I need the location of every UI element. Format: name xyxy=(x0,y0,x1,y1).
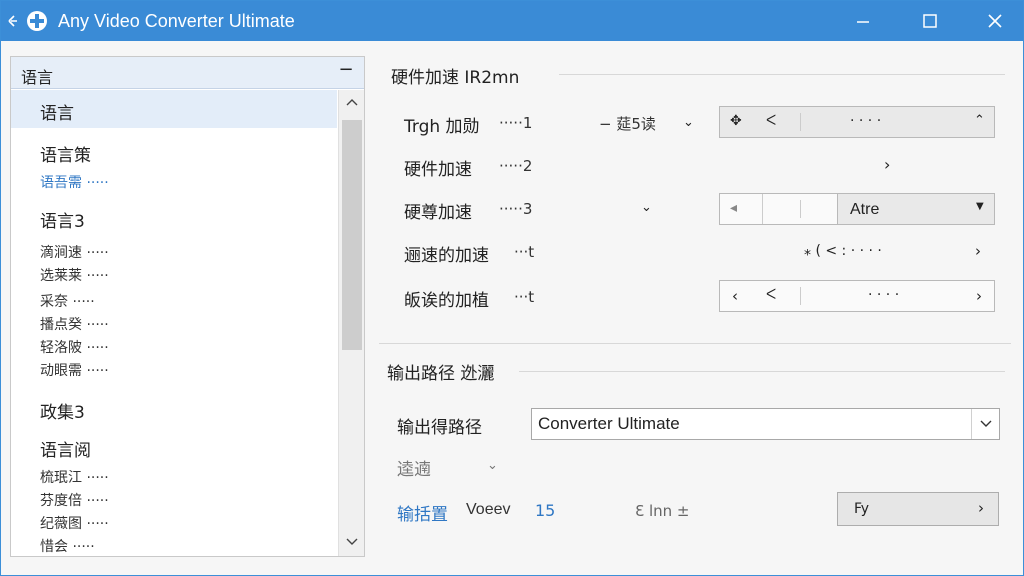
setting-label: 逦速的加速 xyxy=(404,246,489,266)
setting-dots: ···t xyxy=(514,243,535,261)
setting-dots: ·····3 xyxy=(499,200,533,218)
chevron-down-icon[interactable]: ⌄ xyxy=(683,115,694,130)
list-item[interactable]: 滴涧速 ····· xyxy=(11,238,337,262)
list-item[interactable]: 动眼需 ····· xyxy=(11,356,337,380)
chevron-down-icon[interactable]: ⌄ xyxy=(641,200,652,215)
list-item[interactable]: 轻洛陂 ····· xyxy=(11,333,337,357)
fy-button[interactable]: Fy › xyxy=(837,492,999,526)
mode-select-value: Atre xyxy=(850,201,880,218)
setting-label: 硬尊加速 xyxy=(404,203,472,223)
chevron-down-icon[interactable] xyxy=(971,409,999,439)
scroll-down-arrow-icon[interactable] xyxy=(339,530,365,554)
setting-label: Trgh 加勋 xyxy=(404,117,480,137)
list-item[interactable]: 选莱莱 ····· xyxy=(11,261,337,285)
list-item[interactable]: 语言3 xyxy=(11,202,337,232)
category-header-label: 语言 xyxy=(21,68,54,87)
output-path-value: Converter Ultimate xyxy=(538,414,680,433)
output-number: 15 xyxy=(535,501,556,520)
output-section-title: 输出路径 迯灑 xyxy=(387,364,495,384)
hardware-section-title: 硬件加速 IR2mn xyxy=(391,68,520,88)
setting-label: 皈诶的加植 xyxy=(404,291,489,311)
chevron-left-icon[interactable]: ‹ xyxy=(732,287,738,305)
setting-dots: ·····2 xyxy=(499,157,533,175)
control-marker: ᐸ xyxy=(766,287,777,303)
setting-extra: − 莚5读 xyxy=(599,115,656,133)
control-value: · · · · xyxy=(850,113,882,129)
setting-label: 硬件加速 xyxy=(404,160,472,180)
category-scrollbar[interactable] xyxy=(338,90,364,556)
app-window: Any Video Converter Ultimate 语言 − 语言 语言策… xyxy=(0,0,1024,576)
output-settings-panel: 输出路径 迯灑 输出得路径 Converter Ultimate 逵遖 ⌄ 输括… xyxy=(379,343,1011,557)
chevron-right-icon[interactable]: › xyxy=(884,155,890,174)
app-logo-icon xyxy=(7,10,51,32)
control-marker: ᐸ xyxy=(766,113,777,129)
dropdown-arrow-icon: ▼ xyxy=(976,201,984,212)
list-item[interactable]: 采奈 ····· xyxy=(11,287,337,311)
output-link-label[interactable]: 输括置 xyxy=(397,500,448,525)
hardware-control-1[interactable]: ✥ ᐸ · · · · ⌃ xyxy=(719,106,995,138)
speaker-icon: ◂ xyxy=(730,200,738,216)
list-item[interactable]: 芬度倍 ····· xyxy=(11,486,337,510)
output-path-label: 输出得路径 xyxy=(397,418,482,438)
chevron-right-icon: › xyxy=(978,499,984,517)
fy-button-label: Fy xyxy=(854,501,870,517)
title-bar[interactable]: Any Video Converter Ultimate xyxy=(1,1,1023,41)
output-sub-label: 逵遖 xyxy=(397,460,431,480)
section-divider xyxy=(379,343,1011,344)
hardware-control-3[interactable]: ◂ Atre ▼ xyxy=(719,193,995,225)
setting-dots: ···t xyxy=(514,288,535,306)
section-divider xyxy=(559,74,1005,75)
category-list-header[interactable]: 语言 − xyxy=(11,57,364,89)
output-path-select[interactable]: Converter Ultimate xyxy=(531,408,1000,440)
setting-dots: ·····1 xyxy=(499,114,533,132)
chevron-down-icon[interactable]: ⌄ xyxy=(487,458,498,473)
mode-select[interactable]: Atre ▼ xyxy=(837,193,995,225)
gear-icon: ✥ xyxy=(730,113,742,129)
category-list: 语言 语言策 语吾需 ····· 语言3 滴涧速 ····· 选莱莱 ·····… xyxy=(11,90,337,556)
output-misc-text: Ɛ lnn ± xyxy=(635,502,690,520)
section-divider xyxy=(519,371,1005,372)
list-item[interactable]: 语言策 xyxy=(11,136,337,166)
collapse-icon[interactable]: − xyxy=(336,59,356,80)
chevron-right-icon[interactable]: › xyxy=(975,242,981,260)
output-link-value: Voeev xyxy=(466,501,511,518)
minimize-button[interactable] xyxy=(837,1,889,41)
hardware-control-5[interactable]: ‹ ᐸ · · · · › xyxy=(719,280,995,312)
scroll-thumb[interactable] xyxy=(342,120,362,350)
list-item[interactable]: 语言 xyxy=(11,90,337,128)
list-item[interactable]: 惜会 ····· xyxy=(11,532,337,556)
list-item[interactable]: 播点癸 ····· xyxy=(11,310,337,334)
category-list-panel: 语言 − 语言 语言策 语吾需 ····· 语言3 滴涧速 ····· 选莱莱 … xyxy=(10,56,365,557)
list-item[interactable]: 语言阅 xyxy=(11,431,337,461)
scroll-up-arrow-icon[interactable] xyxy=(339,90,365,114)
list-item[interactable]: 语吾需 ····· xyxy=(11,168,337,192)
list-item[interactable]: 政集3 xyxy=(11,393,337,423)
list-item[interactable]: 纪薇图 ····· xyxy=(11,509,337,533)
window-title: Any Video Converter Ultimate xyxy=(58,11,295,31)
chevron-right-icon[interactable]: › xyxy=(976,287,982,305)
hardware-settings-panel: 硬件加速 IR2mn Trgh 加勋 ·····1 − 莚5读 ⌄ ✥ ᐸ · … xyxy=(379,56,1011,340)
control-value: ⁎ ( < : · · · · xyxy=(804,243,882,259)
list-item[interactable]: 梳珉江 ····· xyxy=(11,463,337,487)
chevron-up-icon[interactable]: ⌃ xyxy=(974,113,985,128)
maximize-button[interactable] xyxy=(904,1,956,41)
control-value: · · · · xyxy=(868,287,900,303)
close-button[interactable] xyxy=(969,1,1021,41)
